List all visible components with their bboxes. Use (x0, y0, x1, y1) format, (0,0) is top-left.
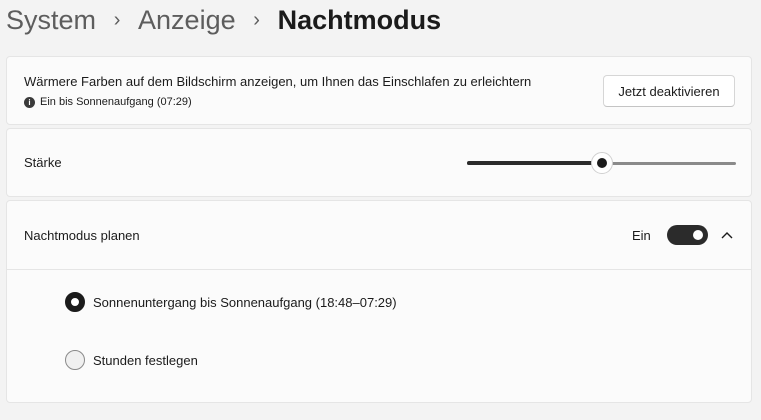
schedule-label: Nachtmodus planen (24, 228, 140, 243)
strength-label: Stärke (24, 155, 62, 170)
chevron-right-icon: › (113, 8, 121, 31)
radio-checked[interactable] (65, 292, 85, 312)
chevron-right-icon: › (253, 8, 260, 31)
schedule-toggle[interactable] (667, 225, 708, 245)
toggle-knob (693, 230, 703, 240)
night-light-description-card: Wärmere Farben auf dem Bildschirm anzeig… (6, 56, 752, 125)
chevron-up-icon[interactable] (719, 227, 735, 243)
breadcrumb-item-anzeige[interactable]: Anzeige (138, 5, 236, 36)
schedule-header[interactable]: Nachtmodus planen Ein (7, 201, 751, 270)
breadcrumb: System › Anzeige › Nachtmodus (6, 2, 441, 38)
radio-unchecked[interactable] (65, 350, 85, 370)
status-text: Ein bis Sonnenaufgang (07:29) (40, 96, 192, 108)
slider-track-fill (467, 161, 602, 165)
breadcrumb-item-system[interactable]: System (6, 5, 96, 36)
strength-slider[interactable] (467, 152, 736, 174)
slider-thumb[interactable] (590, 152, 613, 174)
status-line: i Ein bis Sonnenaufgang (07:29) (24, 96, 192, 108)
deactivate-now-button[interactable]: Jetzt deaktivieren (603, 75, 735, 107)
toggle-state-label: Ein (632, 228, 651, 243)
info-icon: i (24, 96, 35, 108)
description-text: Wärmere Farben auf dem Bildschirm anzeig… (24, 74, 532, 89)
slider-thumb-dot (596, 158, 607, 168)
schedule-card: Nachtmodus planen Ein Sonnenuntergang bi… (6, 200, 752, 403)
option-sunset-to-sunrise[interactable]: Sonnenuntergang bis Sonnenaufgang (18:48… (65, 292, 397, 312)
option-set-hours[interactable]: Stunden festlegen (65, 350, 198, 370)
strength-card: Stärke (6, 128, 752, 197)
page-title: Nachtmodus (277, 4, 442, 35)
option-label: Stunden festlegen (93, 352, 198, 368)
option-label: Sonnenuntergang bis Sonnenaufgang (18:48… (93, 294, 397, 310)
